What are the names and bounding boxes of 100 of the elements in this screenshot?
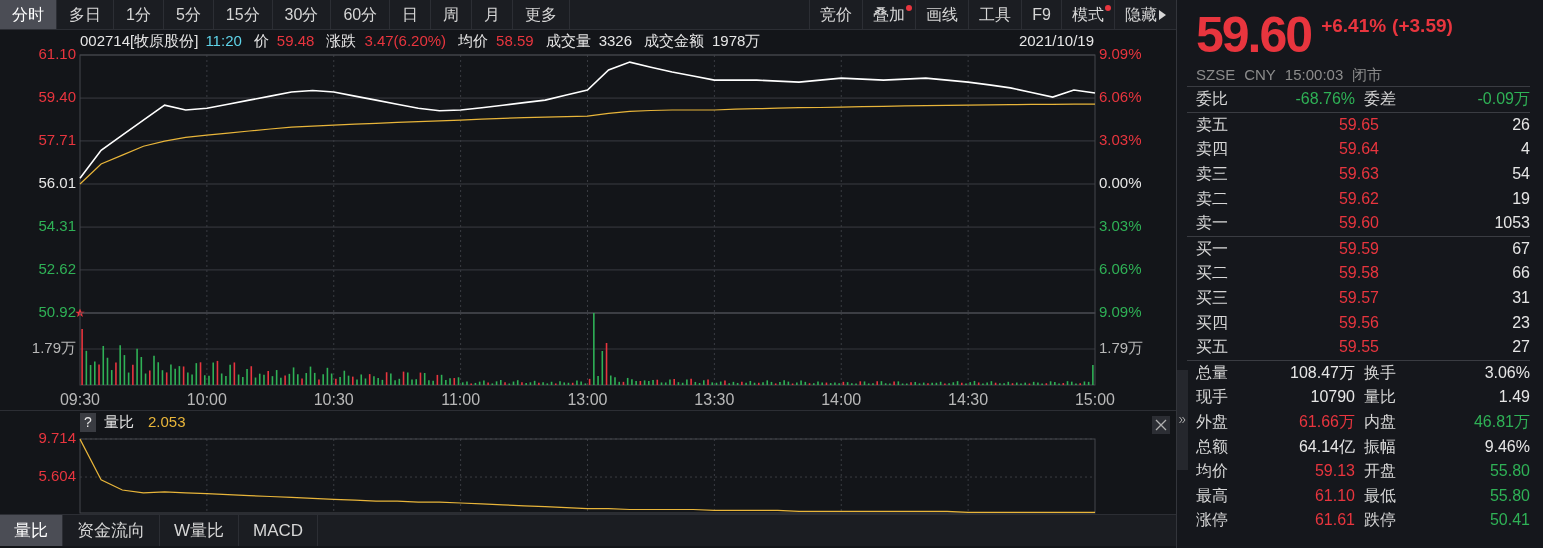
quote-value: 10790 [1309, 387, 1355, 408]
order-price: 59.56 [1337, 312, 1379, 333]
order-level-label: 卖四 [1196, 139, 1229, 160]
price-axis-label: 57.71 [38, 130, 76, 148]
change-amount: (+3.59) [1392, 13, 1453, 38]
field-value: 3326 [598, 30, 632, 51]
chart-period-tab[interactable]: 周 [431, 0, 473, 29]
last-price: 59.60 [1196, 10, 1312, 60]
quote-value: 61.10 [1313, 485, 1355, 506]
chart-period-tab[interactable]: 日 [390, 0, 432, 29]
indicator-tab[interactable]: MACD [239, 515, 319, 546]
toolbar-button[interactable]: 模式 [1061, 0, 1114, 29]
expand-handle[interactable] [1177, 370, 1188, 470]
time-axis-label: 11:00 [441, 391, 481, 409]
indicator-tab[interactable]: 资金流向 [63, 515, 160, 546]
exchange-code: SZSE [1196, 64, 1236, 85]
order-price: 59.62 [1337, 188, 1379, 209]
order-volume: 4 [1520, 139, 1530, 160]
order-volume: 66 [1511, 263, 1530, 284]
order-volume: 54 [1511, 164, 1530, 185]
percent-axis-label: 3.03% [1099, 130, 1142, 148]
quote-value: 1.49 [1497, 387, 1530, 408]
order-price: 59.60 [1337, 213, 1379, 234]
order-level-label: 买三 [1196, 288, 1229, 309]
double-chevron-icon [1179, 416, 1186, 424]
field-value: 1978万 [712, 30, 761, 51]
quote-value: 50.41 [1488, 510, 1530, 531]
time-axis-label: 09:30 [60, 391, 100, 409]
quote-label: 委比 [1196, 89, 1229, 110]
chart-period-tab[interactable]: 30分 [272, 0, 332, 29]
order-volume: 1053 [1493, 213, 1530, 234]
chart-date: 2021/10/19 [1018, 30, 1094, 51]
order-price: 59.63 [1337, 164, 1379, 185]
quote-label: 开盘 [1363, 461, 1397, 482]
toolbar-button[interactable]: 隐藏 [1114, 0, 1176, 29]
close-button[interactable] [1152, 416, 1170, 434]
toolbar-button[interactable]: 画线 [915, 0, 969, 29]
percent-axis-label: 3.03% [1099, 217, 1142, 235]
field-value: 58.59 [496, 30, 534, 51]
order-volume: 19 [1511, 188, 1530, 209]
percent-axis-label: 6.06% [1099, 259, 1142, 277]
order-volume: 27 [1511, 337, 1530, 358]
stock-symbol: 002714[牧原股份] [80, 30, 199, 51]
chart-period-tab[interactable]: 分时 [0, 0, 57, 29]
star-icon [75, 308, 85, 317]
quote-label: 内盘 [1363, 412, 1397, 432]
order-level-label: 买二 [1196, 263, 1229, 284]
chart-period-tab[interactable]: 60分 [331, 0, 391, 29]
price-axis-label: 59.40 [38, 88, 76, 106]
chart-period-tab[interactable]: 更多 [513, 0, 571, 29]
indicator-label: 量比 [104, 412, 134, 433]
price-axis-label: 56.01 [38, 173, 76, 191]
time-axis-label: 10:00 [186, 391, 227, 409]
order-level-label: 买一 [1196, 238, 1229, 259]
change-percent: +6.41% [1321, 13, 1387, 38]
quote-label: 涨停 [1196, 510, 1229, 531]
field-label: 价 [253, 30, 269, 51]
quote-label: 现手 [1196, 387, 1229, 408]
order-level-label: 买五 [1196, 337, 1229, 358]
toolbar-button[interactable]: F9 [1021, 0, 1061, 29]
quote-label: 振幅 [1363, 436, 1397, 457]
quote-label: 委差 [1363, 89, 1397, 110]
quote-value: 46.81万 [1472, 412, 1530, 432]
indicator-value: 2.053 [148, 412, 186, 433]
help-button[interactable]: ? [80, 413, 96, 432]
chart-period-tab[interactable]: 1分 [114, 0, 164, 29]
indicator-tab[interactable]: W量比 [160, 515, 240, 546]
price-axis-label: 54.31 [38, 217, 76, 235]
order-volume: 31 [1511, 288, 1530, 309]
chart-period-tab[interactable]: 月 [472, 0, 514, 29]
field-label: 均价 [458, 30, 489, 51]
percent-axis-label: 9.09% [1099, 302, 1142, 320]
quote-value: 61.66万 [1297, 412, 1355, 432]
field-value: 3.47(6.20%) [364, 30, 447, 51]
toolbar-button[interactable]: 竞价 [809, 0, 863, 29]
time-axis-label: 14:00 [821, 391, 862, 409]
volume-axis-label: 1.79万 [31, 338, 76, 356]
quote-label: 换手 [1363, 362, 1397, 383]
order-volume: 26 [1511, 114, 1530, 135]
chart-period-tab[interactable]: 15分 [213, 0, 273, 29]
order-level-label: 卖三 [1196, 164, 1229, 185]
ratio-axis-label: 9.714 [38, 428, 76, 446]
quote-time: 15:00:03 [1284, 64, 1344, 85]
volume-axis-label: 1.79万 [1099, 338, 1144, 356]
chart-period-tab[interactable]: 5分 [163, 0, 214, 29]
chart-period-tab[interactable]: 多日 [57, 0, 114, 29]
quote-label: 最高 [1196, 485, 1229, 506]
time-axis-label: 10:30 [313, 391, 354, 409]
order-level-label: 卖二 [1196, 188, 1229, 209]
toolbar-button[interactable]: 叠加 [862, 0, 916, 29]
order-volume: 67 [1511, 238, 1530, 259]
price-axis-label: 50.92 [38, 302, 76, 320]
percent-axis-label: 6.06% [1099, 88, 1142, 106]
percent-axis-label: 9.09% [1099, 44, 1142, 62]
toolbar-button[interactable]: 工具 [968, 0, 1022, 29]
quote-label: 外盘 [1196, 412, 1229, 432]
indicator-tab[interactable]: 量比 [0, 515, 63, 546]
order-level-label: 卖五 [1196, 114, 1229, 135]
order-price: 59.55 [1337, 337, 1379, 358]
time-axis-label: 13:00 [567, 391, 608, 409]
